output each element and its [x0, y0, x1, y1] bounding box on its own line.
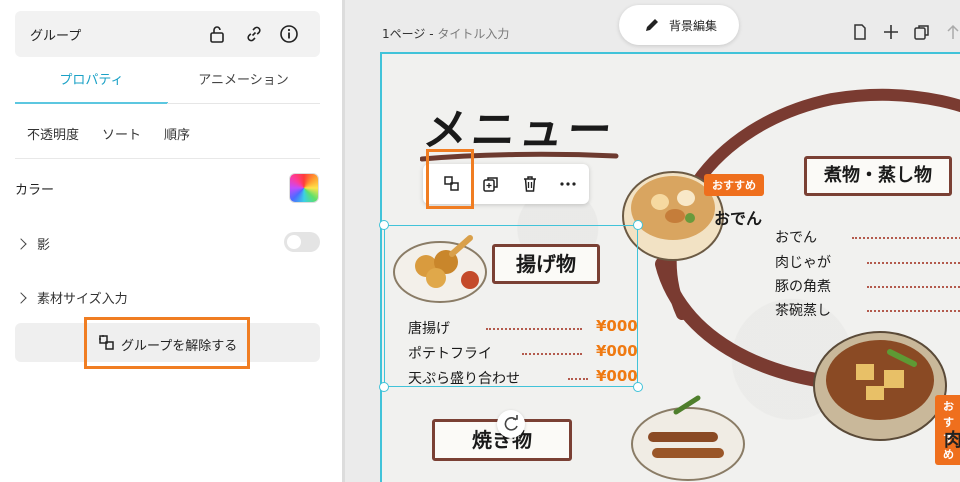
leader-dots	[852, 237, 960, 239]
tab-properties[interactable]: プロパティ	[15, 62, 168, 104]
color-label: カラー	[15, 183, 55, 198]
background-edit-label: 背景編集	[669, 19, 718, 33]
subtab-opacity[interactable]: 不透明度	[27, 124, 79, 143]
nikujaga-bowl-illustration	[813, 331, 947, 441]
move-up-icon[interactable]	[944, 23, 960, 41]
more-options-icon[interactable]	[559, 175, 577, 193]
panel-title: グループ	[30, 29, 82, 44]
nimono-item: 肉じゃが	[775, 255, 831, 271]
ungroup-highlight	[84, 317, 250, 369]
duplicate-page-icon[interactable]	[913, 23, 931, 41]
shadow-row[interactable]: 影	[15, 234, 50, 253]
resize-handle-bottom-right[interactable]	[633, 382, 643, 392]
size-input-row[interactable]: 素材サイズ入力	[15, 288, 128, 307]
duplicate-icon[interactable]	[482, 175, 500, 193]
resize-handle-top-left[interactable]	[379, 220, 389, 230]
niku-label: 肉	[944, 426, 960, 452]
tab-animation[interactable]: アニメーション	[167, 62, 320, 104]
page-icon[interactable]	[851, 23, 869, 41]
background-edit-button[interactable]: 背景編集	[619, 5, 739, 45]
add-page-icon[interactable]	[882, 23, 900, 41]
oden-label: おでん	[714, 209, 763, 228]
nimono-heading[interactable]: 煮物・蒸し物	[804, 156, 952, 196]
panel-divider	[342, 0, 345, 482]
panel-header: グループ	[15, 11, 320, 57]
size-input-label: 素材サイズ入力	[37, 292, 128, 307]
resize-handle-bottom-left[interactable]	[379, 382, 389, 392]
nimono-item: おでん	[775, 230, 817, 246]
leader-dots	[867, 310, 960, 312]
subtab-sort[interactable]: ソート	[102, 124, 141, 143]
rotate-handle[interactable]	[497, 410, 525, 438]
unlock-icon[interactable]	[207, 24, 227, 44]
leader-dots	[867, 286, 960, 288]
recommend-tag: おすすめ	[704, 174, 764, 196]
selection-box[interactable]	[384, 225, 638, 387]
pencil-icon	[646, 19, 658, 31]
resize-handle-top-right[interactable]	[633, 220, 643, 230]
page-number: 1ページ -	[382, 27, 438, 41]
link-icon[interactable]	[244, 24, 264, 44]
properties-panel: グループ プロパティ アニメーション 不透明度 ソート 順序 カラー 影 素材サ…	[0, 0, 342, 482]
shadow-label: 影	[37, 238, 51, 253]
leader-dots	[867, 262, 960, 264]
trash-icon[interactable]	[521, 175, 539, 193]
chevron-right-icon	[15, 238, 27, 250]
nimono-item: 茶碗蒸し	[775, 303, 831, 319]
yakitori-illustration	[631, 395, 745, 481]
rotate-icon	[504, 415, 518, 431]
subtab-order[interactable]: 順序	[164, 124, 190, 143]
ungroup-toolbar-highlight	[426, 149, 474, 209]
color-picker-swatch[interactable]	[289, 173, 319, 203]
shadow-toggle[interactable]	[284, 232, 320, 252]
page-title-input[interactable]: タイトル入力	[437, 27, 509, 41]
page-label: 1ページ - タイトル入力	[382, 25, 509, 42]
nimono-item: 豚の角煮	[775, 279, 831, 295]
chevron-right-icon	[15, 292, 27, 304]
info-icon[interactable]	[279, 24, 299, 44]
divider	[15, 158, 320, 159]
